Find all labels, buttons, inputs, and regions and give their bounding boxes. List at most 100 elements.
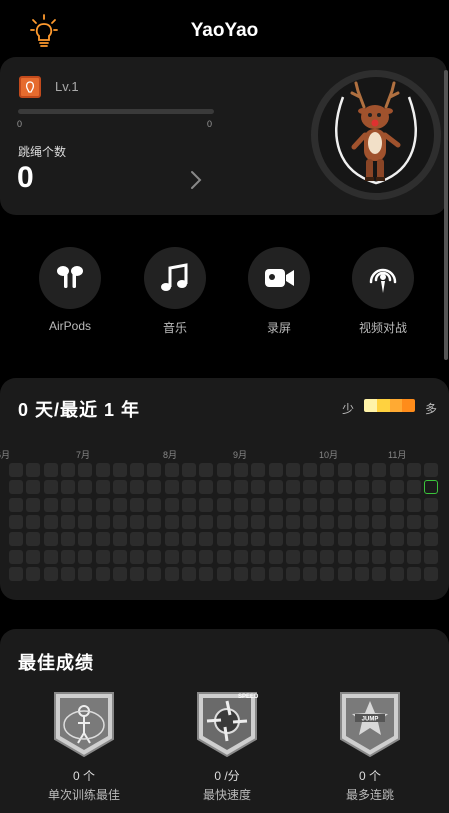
heatmap-cell bbox=[130, 549, 145, 564]
heatmap-cell bbox=[389, 566, 404, 581]
quick-action-label: 视频对战 bbox=[358, 321, 407, 335]
heatmap-cell bbox=[251, 480, 266, 495]
heatmap-cell bbox=[43, 532, 58, 547]
profile-card[interactable]: Lv.1 0 0 跳绳个数 0 bbox=[0, 57, 447, 215]
heatmap-cell bbox=[424, 532, 439, 547]
heatmap-cell bbox=[285, 532, 300, 547]
heatmap-cell bbox=[78, 532, 93, 547]
medal-fastest-speed[interactable]: SPEED 0 /分 最快速度 bbox=[172, 689, 282, 803]
medal-value: 0 个 bbox=[72, 769, 95, 783]
heatmap-cell bbox=[182, 480, 196, 495]
quick-action-video-battle[interactable]: 视频对战 bbox=[337, 247, 429, 336]
heatmap-cell bbox=[130, 497, 145, 512]
heatmap-cell bbox=[199, 497, 214, 512]
heatmap-cell bbox=[303, 480, 318, 495]
heatmap-cell bbox=[372, 549, 387, 564]
heatmap-cell bbox=[164, 532, 179, 547]
medal-label: 最多连跳 bbox=[345, 788, 394, 802]
heatmap-cell bbox=[355, 514, 369, 529]
heatmap-cell bbox=[26, 514, 41, 529]
legend-swatch bbox=[402, 399, 415, 412]
heatmap-cell bbox=[233, 532, 248, 547]
medal-most-combo[interactable]: JUMP 0 个 最多连跳 bbox=[315, 689, 425, 803]
heatmap-cell bbox=[95, 463, 110, 477]
heatmap-cell bbox=[303, 566, 318, 581]
heatmap-cell-today bbox=[424, 480, 439, 495]
heatmap-cell bbox=[147, 497, 162, 512]
heatmap-cell bbox=[95, 514, 110, 529]
heatmap-cell bbox=[268, 497, 283, 512]
heatmap-cell bbox=[216, 480, 231, 495]
heatmap-cell bbox=[216, 549, 231, 564]
heatmap-cell bbox=[60, 514, 75, 529]
heatmap-cell bbox=[130, 480, 145, 495]
heatmap-cell bbox=[95, 549, 110, 564]
legend-swatch bbox=[389, 399, 403, 412]
heatmap-cell bbox=[78, 514, 93, 529]
quick-action-music[interactable]: 音乐 bbox=[129, 247, 221, 336]
heatmap-cell bbox=[26, 497, 41, 512]
medal-label: 单次训练最佳 bbox=[47, 788, 120, 802]
heatmap-cell bbox=[251, 463, 266, 477]
heatmap-cell bbox=[147, 514, 162, 529]
quick-action-airpods[interactable]: AirPods bbox=[24, 247, 116, 333]
heatmap-cell bbox=[389, 463, 404, 477]
heatmap-cell bbox=[355, 566, 369, 581]
heatmap-cell bbox=[9, 566, 23, 581]
heatmap-cell bbox=[26, 480, 41, 495]
heatmap-cell bbox=[147, 532, 162, 547]
heatmap-cell bbox=[95, 497, 110, 512]
heatmap-cell bbox=[320, 532, 335, 547]
heatmap-cell bbox=[303, 514, 318, 529]
level-badge-icon bbox=[19, 76, 41, 98]
heatmap-cell bbox=[43, 566, 58, 581]
heatmap-cell bbox=[389, 514, 404, 529]
heatmap-cell bbox=[130, 566, 145, 581]
heatmap-cell bbox=[251, 514, 266, 529]
heatmap-cell bbox=[389, 532, 404, 547]
heatmap-cell bbox=[268, 549, 283, 564]
jump-count-value: 0 bbox=[17, 161, 34, 194]
heatmap-cell bbox=[112, 514, 127, 529]
chevron-right-icon[interactable] bbox=[187, 169, 205, 191]
heatmap-cell bbox=[9, 463, 23, 477]
heatmap-cell bbox=[216, 532, 231, 547]
heatmap-cell bbox=[147, 463, 162, 477]
heatmap-cell bbox=[406, 514, 421, 529]
heatmap-cell bbox=[406, 463, 421, 477]
activity-grid bbox=[0, 463, 449, 583]
heatmap-cell bbox=[9, 514, 23, 529]
heatmap-cell bbox=[147, 566, 162, 581]
heatmap-cell bbox=[60, 532, 75, 547]
heatmap-cell bbox=[337, 463, 352, 477]
heatmap-cell bbox=[164, 566, 179, 581]
quick-action-screen-record[interactable]: 录屏 bbox=[233, 247, 325, 336]
heatmap-cell bbox=[130, 532, 145, 547]
activity-title: 0 天/最近 1 年 bbox=[18, 400, 141, 420]
heatmap-cell bbox=[233, 480, 248, 495]
app-title: YaoYao bbox=[190, 20, 259, 41]
heatmap-cell bbox=[251, 549, 266, 564]
medal-single-session[interactable]: 0 个 单次训练最佳 bbox=[29, 689, 139, 803]
progress-max: 0 bbox=[207, 119, 213, 129]
heatmap-cell bbox=[164, 463, 179, 477]
heatmap-cell bbox=[78, 497, 93, 512]
heatmap-cell bbox=[216, 497, 231, 512]
heatmap-cell bbox=[424, 497, 439, 512]
legend-color-scale bbox=[364, 399, 415, 412]
heatmap-cell bbox=[320, 549, 335, 564]
heatmap-cell bbox=[320, 514, 335, 529]
heatmap-cell bbox=[285, 480, 300, 495]
scrollbar[interactable] bbox=[444, 70, 448, 360]
heatmap-cell bbox=[9, 532, 23, 547]
medal-label: 最快速度 bbox=[202, 788, 251, 802]
heatmap-cell bbox=[268, 463, 283, 477]
speed-medal-icon: SPEED bbox=[197, 692, 259, 758]
activity-heatmap-card: 0 天/最近 1 年 少 多 6月 7月 8月 9月 10月 11月 bbox=[0, 378, 449, 600]
heatmap-cell bbox=[389, 497, 404, 512]
heatmap-cell bbox=[43, 497, 58, 512]
medal-value: 0 /分 bbox=[214, 769, 240, 783]
heatmap-cell bbox=[164, 497, 179, 512]
avatar[interactable] bbox=[311, 70, 441, 200]
heatmap-cell bbox=[320, 497, 335, 512]
